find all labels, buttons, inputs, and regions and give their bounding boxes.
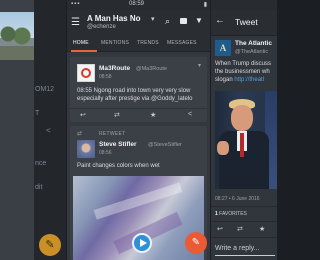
favorites-number: 1 <box>215 211 218 217</box>
tweet-timestamp: 08:27 • 6 June 2016 <box>215 196 260 202</box>
tweet-author-handle: @SteveStifler <box>148 141 182 148</box>
favorite-star-icon[interactable]: ★ <box>259 225 265 233</box>
status-time: 08:59 <box>129 1 145 7</box>
favorites-label: FAVORITES <box>219 211 247 217</box>
tweet-link[interactable]: http://theatl <box>234 77 264 83</box>
tweet-time: 08:56 <box>99 150 112 156</box>
status-bar <box>211 0 277 10</box>
reply-icon[interactable]: ↩ <box>217 225 223 233</box>
drawer-item-3[interactable]: nce <box>35 160 46 167</box>
tab-bar: HOME MENTIONS TRENDS MESSAGES <box>67 36 210 52</box>
tweet-time: 08:58 <box>99 74 112 80</box>
share-icon[interactable]: < <box>46 126 54 135</box>
search-icon[interactable]: ⌕ <box>165 16 170 27</box>
app-bar: ☰ A Man Has No @echenze ▾ ⌕ ▼ <box>67 10 210 36</box>
divider <box>211 206 277 207</box>
tweet-text: 08:55 Ngong road into town very very slo… <box>77 88 193 102</box>
tweet-author-name[interactable]: The Atlantic <box>235 40 272 47</box>
status-bar: ▪▪▪ 08:59 ▮ <box>67 0 210 10</box>
battery-icon: ▮ <box>203 2 207 8</box>
drafts-icon[interactable] <box>180 18 187 24</box>
tab-trends[interactable]: TRENDS <box>137 40 159 46</box>
tweet-text-line: When Trump discuss <box>215 61 272 67</box>
tweet-photo[interactable] <box>215 91 277 189</box>
retweet-icon: ⇄ <box>77 131 83 137</box>
tweet-text-line: slogan http://theatl <box>215 76 277 84</box>
middle-phone: ▪▪▪ 08:59 ▮ ☰ A Man Has No @echenze ▾ ⌕ … <box>67 0 210 260</box>
play-icon[interactable] <box>132 233 152 253</box>
retweet-icon[interactable]: ⇄ <box>114 111 120 119</box>
tweet-author-handle: @Ma3Route <box>136 65 167 72</box>
tweet-actions: ↩ ⇄ ★ < <box>70 108 207 120</box>
filter-icon[interactable]: ▼ <box>195 16 203 25</box>
avatar[interactable]: A <box>215 40 231 56</box>
tweet-author-name[interactable]: Steve Stifler <box>99 141 137 148</box>
avatar[interactable] <box>77 140 95 158</box>
tab-messages[interactable]: MESSAGES <box>167 40 197 46</box>
drawer-item-2[interactable]: T <box>35 110 39 117</box>
tab-home[interactable]: HOME <box>73 40 89 46</box>
account-name[interactable]: A Man Has No <box>87 14 141 23</box>
reply-icon[interactable]: ↩ <box>80 111 86 119</box>
chevron-down-icon[interactable]: ▾ <box>198 62 201 69</box>
tweet-text: When Trump discuss the businessmen wh sl… <box>215 60 277 84</box>
divider <box>211 221 277 222</box>
compose-fab[interactable]: ✎ <box>39 234 61 256</box>
tweet-author-name[interactable]: Ma3Route <box>99 65 130 72</box>
avatar[interactable] <box>77 64 95 82</box>
account-handle: @echenze <box>87 24 116 30</box>
tweet-author-handle: @TheAtlantic <box>235 49 269 55</box>
divider <box>211 237 277 238</box>
app-bar: ← Tweet <box>211 10 277 36</box>
reply-input[interactable]: Write a reply... <box>215 245 259 252</box>
tweet-card[interactable]: Ma3Route @Ma3Route 08:58 ▾ 08:55 Ngong r… <box>70 57 207 122</box>
chevron-down-icon[interactable]: ▾ <box>151 15 155 23</box>
drawer-item-1[interactable]: OM12 <box>35 86 54 93</box>
tab-mentions[interactable]: MENTIONS <box>101 40 129 46</box>
left-phone: OM12 T < nce dit ✎ <box>0 0 66 260</box>
menu-icon[interactable]: ☰ <box>71 17 80 28</box>
tweet-text-prefix: slogan <box>215 77 233 83</box>
notification-icons: ▪▪▪ <box>71 1 81 7</box>
multi-phone-screenshot: OM12 T < nce dit ✎ ▪▪▪ 08:59 ▮ ☰ A Man H… <box>0 0 277 260</box>
reply-input-underline <box>215 255 275 256</box>
favorites-count[interactable]: 1 FAVORITES <box>215 211 247 217</box>
retweet-icon[interactable]: ⇄ <box>237 225 243 233</box>
page-title: Tweet <box>235 17 258 27</box>
compose-fab[interactable]: ✎ <box>185 232 207 254</box>
active-tab-indicator <box>71 50 97 52</box>
retweet-label: RETWEET <box>99 131 126 137</box>
tweet-text-line: the businessmen wh <box>215 69 270 75</box>
share-icon[interactable]: < <box>188 111 192 118</box>
right-phone: ← Tweet A The Atlantic @TheAtlantic When… <box>211 0 277 260</box>
tweet-text: Paint changes colors when wet <box>77 163 160 169</box>
back-arrow-icon[interactable]: ← <box>215 15 225 26</box>
pencil-icon: ✎ <box>45 239 55 251</box>
pencil-icon: ✎ <box>191 237 201 248</box>
favorite-star-icon[interactable]: ★ <box>150 111 156 119</box>
drawer-item-4[interactable]: dit <box>35 184 42 191</box>
tweet-video-thumbnail[interactable] <box>73 176 204 260</box>
